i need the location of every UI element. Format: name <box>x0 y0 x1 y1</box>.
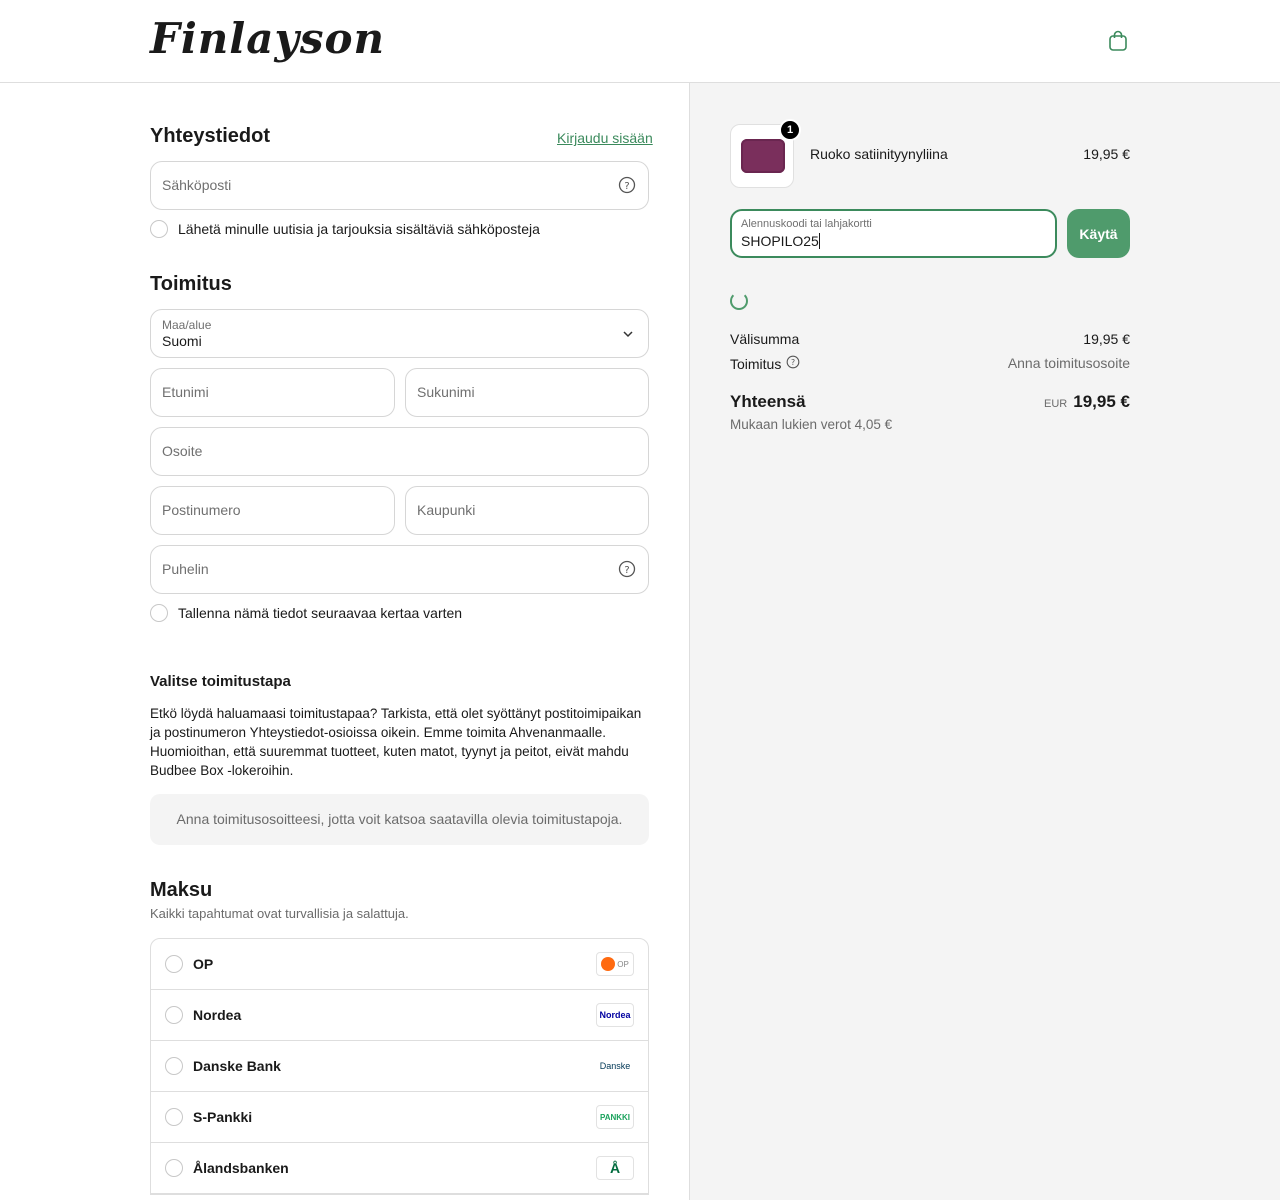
postal-code-placeholder: Postinumero <box>162 502 241 518</box>
shopping-bag-icon[interactable] <box>1106 29 1130 53</box>
danske-logo-icon: Danske <box>596 1054 634 1078</box>
payment-option-op[interactable]: OP OP <box>151 939 648 990</box>
first-name-placeholder: Etunimi <box>162 384 209 400</box>
shipping-method-title: Valitse toimitustapa <box>150 673 291 690</box>
site-header: Finlayson <box>0 0 1280 83</box>
spankki-logo-icon: PANKKI <box>596 1105 634 1129</box>
save-info-option[interactable]: Tallenna nämä tiedot seuraavaa kertaa va… <box>150 604 462 622</box>
payment-option-alandsbanken[interactable]: Ålandsbanken Å <box>151 1143 648 1194</box>
discount-label: Alennuskoodi tai lahjakortti <box>741 218 872 230</box>
payment-radio[interactable] <box>165 955 183 973</box>
payment-option-danske[interactable]: Danske Bank Danske <box>151 1041 648 1092</box>
total-value: 19,95 € <box>1073 392 1130 411</box>
finlayson-logo[interactable]: Finlayson <box>150 14 385 63</box>
svg-text:?: ? <box>624 181 629 192</box>
address-field[interactable]: Osoite <box>150 427 649 476</box>
contact-title: Yhteystiedot <box>150 125 271 147</box>
save-info-checkbox[interactable] <box>150 604 168 622</box>
newsletter-checkbox[interactable] <box>150 220 168 238</box>
shipping-info-text: Etkö löydä haluamaasi toimitustapaa? Tar… <box>150 706 642 778</box>
email-field[interactable]: Sähköposti ? <box>150 161 649 210</box>
svg-text:?: ? <box>791 358 795 367</box>
country-label: Maa/alue <box>162 318 212 332</box>
discount-value: SHOPILO25 <box>741 233 820 249</box>
payment-subtitle: Kaikki tapahtumat ovat turvallisia ja sa… <box>150 906 409 921</box>
country-select[interactable]: Maa/alue Suomi <box>150 309 649 358</box>
city-placeholder: Kaupunki <box>417 502 476 518</box>
subtotal-label: Välisumma <box>730 331 800 347</box>
help-icon[interactable]: ? <box>786 355 800 372</box>
newsletter-label: Lähetä minulle uutisia ja tarjouksia sis… <box>178 221 540 237</box>
phone-placeholder: Puhelin <box>162 561 209 577</box>
first-name-field[interactable]: Etunimi <box>150 368 395 417</box>
loading-spinner-icon <box>730 292 748 310</box>
op-logo-icon: OP <box>596 952 634 976</box>
email-placeholder: Sähköposti <box>162 177 232 193</box>
payment-option-nordea[interactable]: Nordea Nordea <box>151 990 648 1041</box>
svg-text:?: ? <box>624 565 629 576</box>
payment-name: Nordea <box>193 1007 242 1023</box>
total-row: EUR 19,95 € <box>1044 392 1130 412</box>
save-info-label: Tallenna nämä tiedot seuraavaa kertaa va… <box>178 605 463 621</box>
alandsbanken-logo-icon: Å <box>596 1156 634 1180</box>
discount-code-input[interactable]: Alennuskoodi tai lahjakortti SHOPILO25 <box>730 209 1057 258</box>
city-field[interactable]: Kaupunki <box>405 486 649 535</box>
product-price: 19,95 € <box>1083 146 1130 162</box>
chevron-down-icon <box>622 327 634 345</box>
total-label: Yhteensä <box>730 392 806 411</box>
postal-code-field[interactable]: Postinumero <box>150 486 395 535</box>
country-value: Suomi <box>162 333 202 349</box>
payment-radio[interactable] <box>165 1108 183 1126</box>
subtotal-value: 19,95 € <box>1083 331 1130 347</box>
tax-note: Mukaan lukien verot 4,05 € <box>730 417 893 432</box>
payment-name: Ålandsbanken <box>193 1160 289 1176</box>
help-icon[interactable]: ? <box>618 560 636 578</box>
address-placeholder: Osoite <box>162 443 203 459</box>
shipping-value: Anna toimitusosoite <box>1007 355 1130 371</box>
nordea-logo-icon: Nordea <box>596 1003 634 1027</box>
payment-name: Danske Bank <box>193 1058 281 1074</box>
payment-title: Maksu <box>150 879 213 901</box>
last-name-field[interactable]: Sukunimi <box>405 368 649 417</box>
payment-name: OP <box>193 956 214 972</box>
newsletter-option[interactable]: Lähetä minulle uutisia ja tarjouksia sis… <box>150 220 540 238</box>
product-name: Ruoko satiinityynyliina <box>810 146 948 162</box>
last-name-placeholder: Sukunimi <box>417 384 475 400</box>
pillowcase-image <box>741 139 785 173</box>
quantity-badge: 1 <box>779 119 801 141</box>
help-icon[interactable]: ? <box>618 176 636 194</box>
payment-option-spankki[interactable]: S-Pankki PANKKI <box>151 1092 648 1143</box>
shipping-row: Toimitus ? <box>730 355 800 372</box>
payment-name: S-Pankki <box>193 1109 253 1125</box>
payment-radio[interactable] <box>165 1159 183 1177</box>
apply-discount-button[interactable]: Käytä <box>1067 209 1130 258</box>
phone-field[interactable]: Puhelin ? <box>150 545 649 594</box>
payment-radio[interactable] <box>165 1057 183 1075</box>
login-link[interactable]: Kirjaudu sisään <box>557 130 653 146</box>
payment-methods-list: OP OP Nordea Nordea Danske Bank Danske S… <box>150 938 649 1195</box>
currency-code: EUR <box>1044 398 1068 410</box>
shipping-notice: Anna toimitusosoitteesi, jotta voit kats… <box>150 794 649 845</box>
payment-radio[interactable] <box>165 1006 183 1024</box>
delivery-title: Toimitus <box>150 273 232 295</box>
shipping-label: Toimitus <box>730 355 782 372</box>
